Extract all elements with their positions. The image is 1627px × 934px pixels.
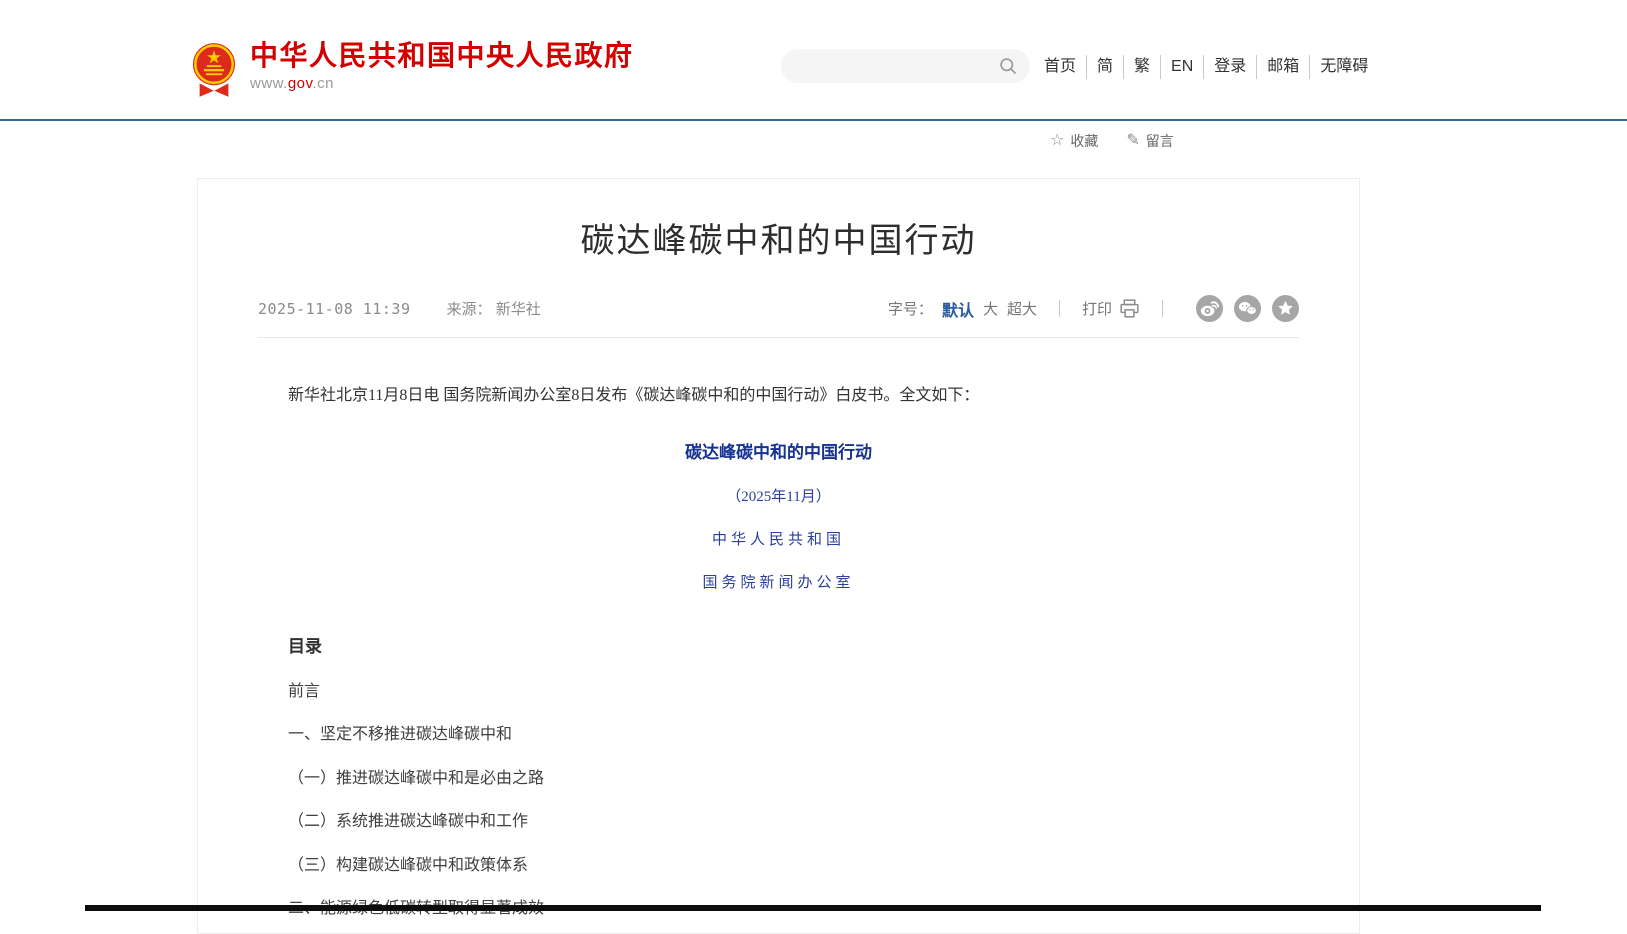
article-body: 新华社北京11月8日电 国务院新闻办公室8日发布《碳达峰碳中和的中国行动》白皮书…: [288, 386, 1269, 934]
font-size-default[interactable]: 默认: [942, 297, 974, 321]
toc-item: 前言: [288, 667, 1269, 711]
top-nav: 首页简繁 EN 登录邮箱无障碍: [1044, 55, 1368, 79]
toc-item: 一、坚定不移推进碳达峰碳中和: [288, 711, 1269, 755]
top-nav-item[interactable]: 无障碍: [1309, 55, 1368, 79]
top-nav-item[interactable]: EN: [1160, 55, 1193, 79]
site-logo[interactable]: 中华人民共和国中央人民政府 www.gov.cn: [191, 40, 634, 98]
national-emblem-icon: [191, 40, 237, 98]
font-size-xlarge[interactable]: 超大: [1007, 298, 1037, 319]
toc-heading: 目录: [288, 632, 1269, 657]
weibo-share-icon[interactable]: [1196, 295, 1223, 322]
table-of-contents: 前言一、坚定不移推进碳达峰碳中和（一）推进碳达峰碳中和是必由之路（二）系统推进碳…: [288, 667, 1269, 934]
search-input[interactable]: [781, 58, 998, 74]
url-gov: gov: [288, 75, 313, 92]
toc-item: （一）推进碳达峰碳中和是必由之路: [288, 754, 1269, 798]
page-title: 碳达峰碳中和的中国行动: [198, 221, 1359, 261]
toc-item: （三）构建碳达峰碳中和政策体系: [288, 841, 1269, 885]
lead-paragraph: 新华社北京11月8日电 国务院新闻办公室8日发布《碳达峰碳中和的中国行动》白皮书…: [288, 386, 1269, 406]
favorite-button[interactable]: ☆ 收藏: [1050, 131, 1098, 151]
comment-button[interactable]: ✎ 留言: [1126, 131, 1173, 151]
site-url: www.gov.cn: [250, 75, 634, 92]
document-title: 碳达峰碳中和的中国行动: [288, 438, 1269, 463]
search-icon[interactable]: [998, 56, 1018, 76]
publish-date: 2025-11-08 11:39: [258, 300, 411, 318]
top-nav-item[interactable]: 登录: [1203, 55, 1246, 79]
source: 来源： 新华社: [447, 298, 541, 319]
toc-item: （二）系统推进碳达峰碳中和工作: [288, 798, 1269, 842]
site-header: 中华人民共和国中央人民政府 www.gov.cn 首页简繁 EN 登录邮箱无障碍: [0, 0, 1627, 121]
article-action-bar: ☆ 收藏 ✎ 留言: [1050, 131, 1174, 151]
comment-label: 留言: [1146, 131, 1174, 151]
pencil-icon: ✎: [1126, 133, 1139, 149]
url-www: www.: [250, 75, 288, 92]
url-cn: .cn: [312, 75, 334, 92]
source-value[interactable]: 新华社: [496, 301, 541, 318]
print-label: 打印: [1082, 298, 1112, 319]
search-box[interactable]: [781, 49, 1030, 83]
source-label: 来源：: [447, 301, 492, 318]
bottom-edge-bar: [85, 905, 1541, 911]
logo-text: 中华人民共和国中央人民政府 www.gov.cn: [250, 40, 634, 92]
top-nav-item[interactable]: 简: [1086, 55, 1113, 79]
star-outline-icon: ☆: [1050, 133, 1064, 149]
favorite-label: 收藏: [1070, 131, 1098, 151]
divider: [1059, 300, 1060, 317]
site-title: 中华人民共和国中央人民政府: [250, 40, 634, 72]
print-button[interactable]: 打印: [1082, 298, 1140, 319]
top-nav-item[interactable]: 繁: [1123, 55, 1150, 79]
document-date: （2025年11月）: [288, 485, 1269, 506]
toc-item: （一）非化石能源实现跃升发展: [288, 928, 1269, 934]
font-size-label: 字号：: [888, 298, 933, 319]
divider: [1162, 300, 1163, 317]
qzone-share-icon[interactable]: [1272, 295, 1299, 322]
wechat-share-icon[interactable]: [1234, 295, 1261, 322]
top-nav-item[interactable]: 邮箱: [1256, 55, 1299, 79]
document-org-line2: 国务院新闻办公室: [288, 571, 1269, 592]
printer-icon: [1119, 298, 1140, 319]
article-panel: 碳达峰碳中和的中国行动 2025-11-08 11:39 来源： 新华社 字号：…: [197, 178, 1360, 934]
meta-left: 2025-11-08 11:39 来源： 新华社: [258, 298, 541, 319]
document-org-line1: 中华人民共和国: [288, 528, 1269, 549]
font-size-large[interactable]: 大: [983, 298, 998, 319]
top-nav-item[interactable]: 首页: [1044, 55, 1076, 79]
meta-right: 字号： 默认 大 超大 打印: [888, 295, 1299, 322]
article-meta-bar: 2025-11-08 11:39 来源： 新华社 字号： 默认 大 超大 打印: [258, 295, 1299, 338]
